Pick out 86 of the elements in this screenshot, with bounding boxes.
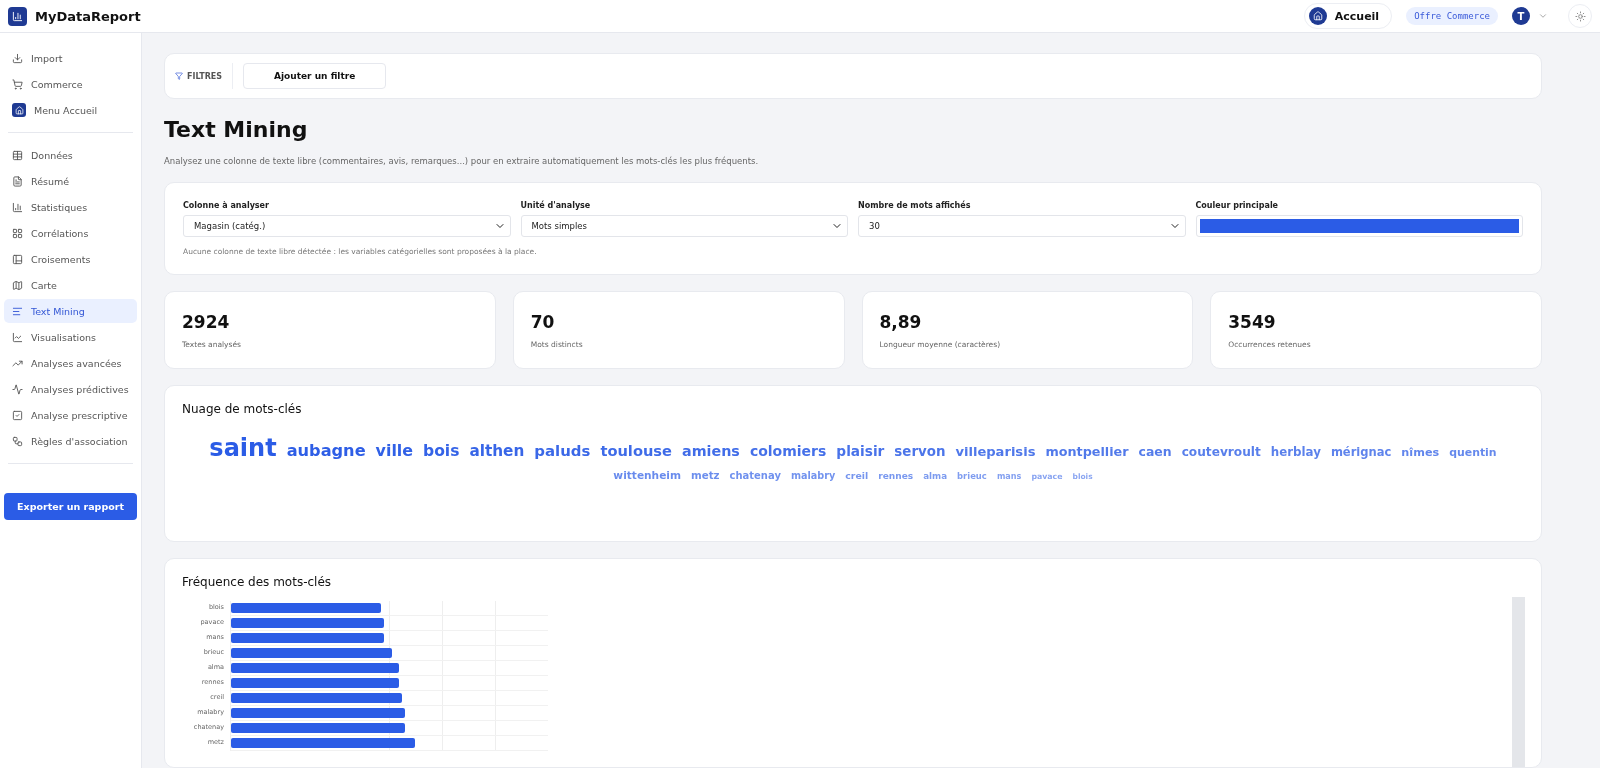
- keyword: creil: [845, 469, 869, 483]
- grid-icon: [12, 227, 23, 239]
- sidebar-item[interactable]: Import: [4, 46, 137, 70]
- keyword: coutevroult: [1181, 444, 1261, 462]
- stat-value: 3549: [1228, 312, 1277, 333]
- theme-toggle[interactable]: [1568, 4, 1592, 28]
- field-label: Nombre de mots affichés: [858, 201, 972, 211]
- stat-value: 70: [530, 312, 556, 333]
- filters-label: FILTRES: [175, 63, 234, 90]
- home-icon: [1308, 7, 1327, 25]
- logo-icon: [8, 6, 27, 26]
- user-avatar[interactable]: T: [1512, 7, 1530, 25]
- keyword: metz: [691, 468, 720, 483]
- sidebar-item[interactable]: Corrélations: [4, 221, 137, 245]
- sidebar-item[interactable]: Statistiques: [4, 195, 137, 219]
- sidebar-item[interactable]: Résumé: [4, 169, 137, 193]
- export-button[interactable]: Exporter un rapport: [4, 493, 137, 520]
- stat-value: 2924: [182, 312, 231, 333]
- home-button[interactable]: Accueil: [1303, 3, 1393, 29]
- field-label: Unité d'analyse: [520, 201, 592, 211]
- sun-icon: [1574, 10, 1586, 22]
- download-icon: [12, 52, 23, 64]
- keyword: amiens: [681, 442, 740, 462]
- chevron-icon[interactable]: [1538, 11, 1548, 21]
- document-icon: [12, 175, 23, 187]
- line-chart-icon: [12, 331, 23, 343]
- keyword: rennes: [878, 470, 914, 483]
- layout-icon: [12, 253, 23, 265]
- keyword: saint: [209, 433, 277, 465]
- home-icon: [12, 103, 26, 117]
- sidebar-item[interactable]: Carte: [4, 273, 137, 297]
- cart-icon: [12, 78, 23, 90]
- page-description: Analysez une colonne de texte libre (commentaires, avis, remarques...) pour en extraire automatiquement les mots-clés les plus fréquents.: [164, 156, 760, 167]
- sidebar-item[interactable]: Analyses avancées: [4, 351, 137, 375]
- keyword: wittenheim: [613, 468, 681, 483]
- nodes-icon: [12, 435, 23, 447]
- sidebar-item[interactable]: Analyses prédictives: [4, 377, 137, 401]
- card-title: Fréquence des mots-clés: [182, 575, 333, 589]
- keyword: brieuc: [957, 471, 987, 483]
- keyword: plaisir: [836, 442, 885, 462]
- sidebar-item[interactable]: Analyse prescriptive: [4, 403, 137, 427]
- keyword: villeparisis: [955, 443, 1036, 462]
- keyword: herblay: [1270, 444, 1321, 462]
- scrollbar[interactable]: [1512, 597, 1525, 767]
- keyword: servon: [894, 443, 946, 462]
- keyword: alma: [923, 470, 948, 483]
- keyword: caen: [1138, 443, 1172, 461]
- select-field[interactable]: Magasin (catég.): [183, 215, 511, 238]
- filter-icon: [175, 72, 183, 81]
- add-filter-button[interactable]: Ajouter un filtre: [243, 63, 387, 90]
- sidebar-item[interactable]: Text Mining: [4, 299, 137, 323]
- page-title: Text Mining: [164, 117, 309, 143]
- sidebar-item[interactable]: Commerce: [4, 72, 137, 96]
- field-label: Colonne à analyser: [183, 201, 270, 211]
- map-icon: [12, 279, 23, 291]
- stat-value: 8,89: [879, 312, 923, 333]
- keyword: mérignac: [1330, 444, 1392, 461]
- select-field[interactable]: 30: [858, 215, 1186, 238]
- keyword: nîmes: [1401, 445, 1440, 462]
- sidebar-item[interactable]: Menu Accueil: [4, 98, 137, 122]
- sidebar-item[interactable]: Données: [4, 143, 137, 167]
- keyword: toulouse: [600, 441, 672, 462]
- field-label: Couleur principale: [1195, 201, 1280, 211]
- keyword: mans: [996, 471, 1022, 483]
- bar-chart-icon: [12, 201, 23, 213]
- keyword: chatenay: [729, 469, 781, 484]
- keyword: althen: [469, 441, 525, 463]
- sidebar-item[interactable]: Croisements: [4, 247, 137, 271]
- pulse-icon: [12, 383, 23, 395]
- keyword: quentin: [1449, 445, 1497, 461]
- keyword: colomiers: [749, 442, 827, 462]
- card-title: Nuage de mots-clés: [182, 402, 303, 417]
- keyword: bois: [423, 441, 460, 463]
- select-field[interactable]: Mots simples: [520, 215, 848, 238]
- sidebar-item[interactable]: Règles d'association: [4, 429, 137, 453]
- checkbox-icon: [12, 409, 23, 421]
- sidebar-item[interactable]: Visualisations: [4, 325, 137, 349]
- table-icon: [12, 149, 23, 161]
- keyword: malabry: [790, 469, 836, 483]
- keyword: ville: [375, 440, 413, 463]
- keyword: paluds: [534, 441, 591, 463]
- keyword: aubagne: [286, 440, 366, 463]
- keyword: montpellier: [1045, 443, 1129, 462]
- app-name: MyDataReport: [35, 8, 141, 24]
- text-lines-icon: [12, 305, 23, 317]
- plan-badge: Offre Commerce: [1406, 7, 1498, 25]
